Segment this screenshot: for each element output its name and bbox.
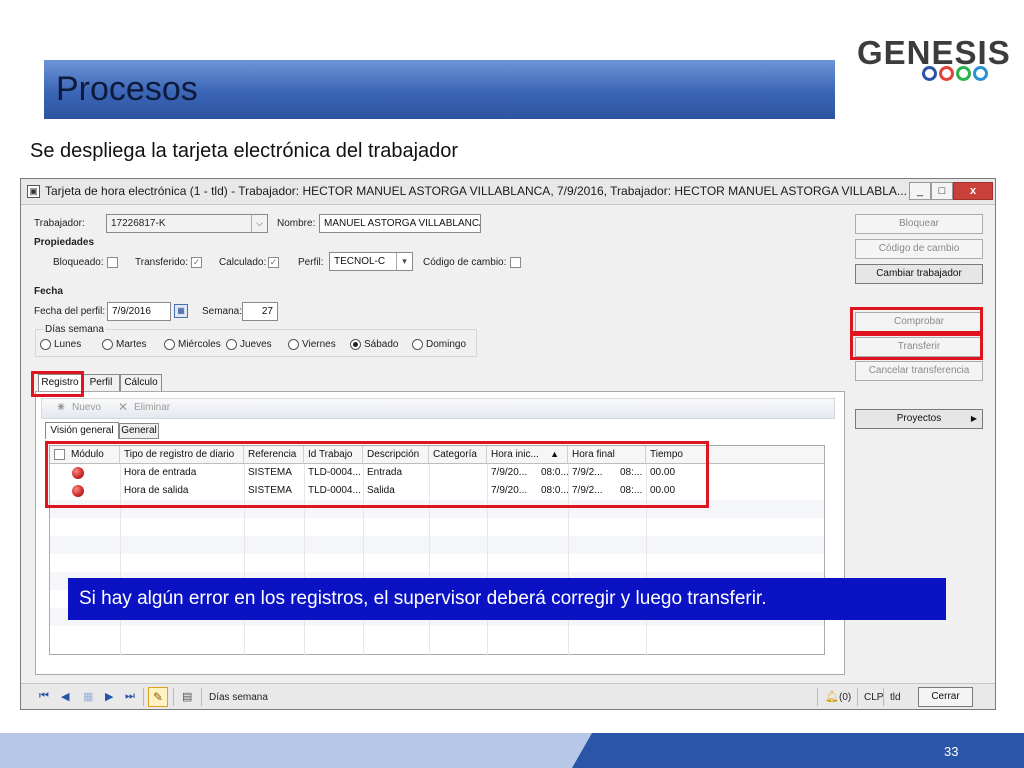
edit-pencil-icon[interactable]: ✎ bbox=[148, 687, 168, 707]
radio-domingo[interactable] bbox=[412, 339, 423, 350]
calculado-label: Calculado: bbox=[219, 257, 267, 268]
window-app-icon: ▣ bbox=[27, 185, 40, 198]
radio-miercoles[interactable] bbox=[164, 339, 175, 350]
tab-calculo[interactable]: Cálculo bbox=[120, 374, 162, 392]
chevron-right-icon: ▶ bbox=[970, 414, 977, 423]
divider bbox=[883, 688, 884, 706]
semana-input[interactable]: 27 bbox=[242, 302, 278, 321]
first-record-icon[interactable]: ⏮ bbox=[39, 690, 49, 703]
divider bbox=[817, 688, 818, 706]
divider bbox=[173, 688, 174, 706]
alerts-count: (0) bbox=[839, 692, 852, 703]
radio-lunes[interactable] bbox=[40, 339, 51, 350]
grid-header-filler bbox=[708, 446, 824, 464]
previous-record-icon[interactable]: ◀ bbox=[61, 690, 69, 703]
cerrar-button[interactable]: Cerrar bbox=[918, 687, 973, 707]
perfil-value: TECNOL-C bbox=[334, 256, 386, 267]
proyectos-button[interactable]: Proyectos ▶ bbox=[855, 409, 983, 429]
propiedades-heading: Propiedades bbox=[34, 237, 95, 248]
radio-jueves-label: Jueves bbox=[240, 339, 272, 350]
document-icon[interactable]: ▤ bbox=[182, 690, 192, 703]
divider bbox=[201, 688, 202, 706]
nuevo-button[interactable]: Nuevo bbox=[72, 402, 101, 413]
radio-sabado-label: Sábado bbox=[364, 339, 399, 350]
bloquear-button[interactable]: Bloquear bbox=[855, 214, 983, 234]
next-record-icon[interactable]: ▶ bbox=[105, 690, 113, 703]
logo-ring-icon bbox=[939, 66, 954, 81]
logo-ring-icon bbox=[973, 66, 988, 81]
grid-stripe bbox=[50, 536, 824, 554]
calendar-icon[interactable]: ▦ bbox=[174, 304, 188, 318]
perfil-label: Perfil: bbox=[298, 257, 324, 268]
transferido-label: Transferido: bbox=[135, 257, 188, 268]
highlight-transferir bbox=[850, 333, 983, 360]
radio-viernes-label: Viernes bbox=[302, 339, 336, 350]
cancelar-transferencia-button[interactable]: Cancelar transferencia bbox=[855, 361, 983, 381]
window-titlebar[interactable]: ▣ Tarjeta de hora electrónica (1 - tld) … bbox=[21, 179, 995, 205]
perfil-select[interactable]: TECNOL-C ▾ bbox=[329, 252, 413, 271]
logo-ring-icon bbox=[922, 66, 937, 81]
radio-lunes-label: Lunes bbox=[54, 339, 82, 350]
radio-sabado[interactable] bbox=[350, 339, 361, 350]
time-card-window: ▣ Tarjeta de hora electrónica (1 - tld) … bbox=[20, 178, 996, 710]
codigo-cambio-checkbox[interactable] bbox=[510, 257, 521, 268]
window-title: Tarjeta de hora electrónica (1 - tld) - … bbox=[45, 184, 907, 198]
radio-viernes[interactable] bbox=[288, 339, 299, 350]
page-number: 33 bbox=[944, 744, 959, 759]
window-close-button[interactable]: x bbox=[953, 182, 993, 200]
subtab-vision-general[interactable]: Visión general bbox=[45, 422, 119, 439]
semana-label: Semana: bbox=[202, 306, 243, 317]
fecha-heading: Fecha bbox=[34, 286, 63, 297]
fecha-perfil-label: Fecha del perfil: bbox=[34, 306, 106, 317]
delete-icon: ✕ bbox=[118, 400, 129, 414]
bloqueado-label: Bloqueado: bbox=[53, 257, 104, 268]
radio-jueves[interactable] bbox=[226, 339, 237, 350]
eliminar-button[interactable]: Eliminar bbox=[134, 402, 170, 413]
user-id: tld bbox=[890, 692, 901, 703]
radio-domingo-label: Domingo bbox=[426, 339, 467, 350]
maximize-button[interactable]: □ bbox=[931, 182, 953, 200]
trabajador-value: 17226817-K bbox=[111, 218, 166, 229]
status-text: Días semana bbox=[209, 692, 268, 703]
highlight-tab-registro bbox=[31, 371, 84, 397]
cambiar-trabajador-button[interactable]: Cambiar trabajador bbox=[855, 264, 983, 284]
last-record-icon[interactable]: ⏭ bbox=[125, 690, 135, 703]
status-bar: ⏮ ◀ ▦ ▶ ⏭ ✎ ▤ Días semana 🔔︎ (0) CLP tld… bbox=[21, 683, 995, 709]
genesis-logo: GENESIS bbox=[857, 34, 1011, 71]
radio-martes[interactable] bbox=[102, 339, 113, 350]
minimize-button[interactable]: _ bbox=[909, 182, 931, 200]
highlight-comprobar bbox=[850, 307, 983, 334]
proyectos-label: Proyectos bbox=[896, 413, 942, 424]
highlight-grid-rows bbox=[45, 441, 709, 508]
logo-ring-icon bbox=[956, 66, 971, 81]
registro-toolbar: ✷ Nuevo ✕ Eliminar bbox=[41, 398, 835, 419]
bloqueado-checkbox[interactable] bbox=[107, 257, 118, 268]
error-note-banner: Si hay algún error en los registros, el … bbox=[68, 578, 946, 620]
tab-perfil[interactable]: Perfil bbox=[82, 374, 120, 392]
bell-icon[interactable]: 🔔︎ bbox=[825, 690, 839, 703]
codigo-cambio-label: Código de cambio: bbox=[423, 257, 507, 268]
divider bbox=[857, 688, 858, 706]
transferido-checkbox[interactable]: ✓ bbox=[191, 257, 202, 268]
chevron-down-icon: ▾ bbox=[396, 253, 412, 270]
trabajador-select[interactable]: 17226817-K ⌵ bbox=[106, 214, 268, 233]
dias-semana-label: Días semana bbox=[43, 324, 106, 335]
slide-title: Procesos bbox=[56, 70, 198, 108]
calculado-checkbox[interactable]: ✓ bbox=[268, 257, 279, 268]
divider bbox=[143, 688, 144, 706]
radio-martes-label: Martes bbox=[116, 339, 147, 350]
grid-view-icon[interactable]: ▦ bbox=[83, 690, 93, 703]
radio-miercoles-label: Miércoles bbox=[178, 339, 221, 350]
codigo-cambio-button[interactable]: Código de cambio bbox=[855, 239, 983, 259]
sparkle-icon: ✷ bbox=[56, 400, 67, 414]
fecha-perfil-input[interactable]: 7/9/2016 bbox=[107, 302, 171, 321]
nombre-field[interactable]: MANUEL ASTORGA VILLABLANCA bbox=[319, 214, 481, 233]
subtab-general[interactable]: General bbox=[119, 423, 159, 439]
chevron-down-icon: ⌵ bbox=[251, 215, 267, 232]
company-code: CLP bbox=[864, 692, 884, 703]
nombre-label: Nombre: bbox=[277, 218, 316, 229]
slide-subtitle: Se despliega la tarjeta electrónica del … bbox=[30, 140, 459, 162]
trabajador-label: Trabajador: bbox=[34, 218, 85, 229]
